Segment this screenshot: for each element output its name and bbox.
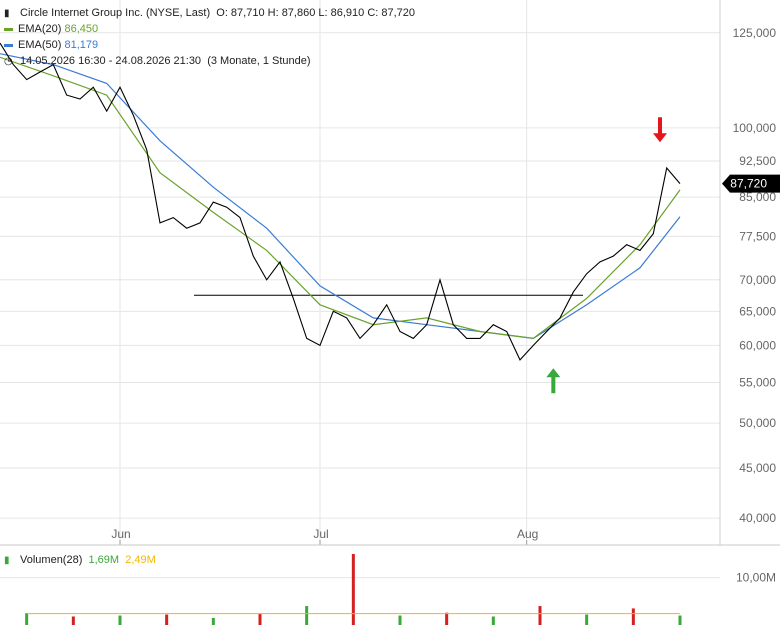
x-tick-label: Jul	[313, 527, 328, 541]
last-price-badge: 87,720	[722, 174, 780, 193]
grid	[0, 0, 720, 579]
candlestick-icon: ▮	[4, 8, 10, 19]
ema20-value: 86,450	[64, 23, 99, 35]
volume-bar	[25, 613, 29, 625]
y-tick-label: 55,000	[739, 375, 776, 389]
y-tick-label: 60,000	[739, 338, 776, 352]
sell-arrow	[653, 117, 667, 143]
volume-bar	[491, 616, 495, 625]
volume-value-1: 1,69M	[88, 554, 120, 566]
y-tick-label: 77,500	[739, 229, 776, 243]
volume-tick-label: 10,00M	[736, 571, 776, 585]
ema50-label: EMA(50)	[18, 39, 62, 51]
volume-bar	[71, 616, 75, 625]
y-tick-label: 70,000	[739, 273, 776, 287]
range-note: (3 Monate, 1 Stunde)	[207, 55, 311, 67]
chart-canvas: 125,000100,00092,50085,00077,50070,00065…	[0, 0, 780, 625]
volume-value-2: 2,49M	[125, 554, 156, 566]
y-tick-label: 65,000	[739, 304, 776, 318]
y-tick-label: 92,500	[739, 154, 776, 168]
ema50-value: 81,179	[64, 39, 99, 51]
ema20-swatch	[4, 27, 13, 31]
volume-bar	[445, 612, 449, 625]
volume-bar	[631, 608, 635, 625]
volume-bar	[211, 617, 215, 625]
y-tick-label: 40,000	[739, 511, 776, 525]
y-tick-label: 50,000	[739, 416, 776, 430]
last-price-label: 87,720	[730, 177, 767, 191]
volume-bar	[118, 615, 122, 625]
y-tick-label: 125,000	[733, 26, 777, 40]
volume-bar	[585, 614, 589, 625]
ema20-legend: EMA(20) 86,450	[4, 22, 98, 36]
ema50-swatch	[4, 43, 13, 47]
x-tick-label: Aug	[517, 527, 538, 541]
volume-bar	[678, 615, 682, 625]
x-tick-label: Jun	[111, 527, 130, 541]
chart-stage: 125,000 100,000 92,500 85,000 77,500 70,000 65…	[0, 0, 780, 625]
ema20-line	[0, 56, 681, 340]
y-tick-label: 45,000	[739, 461, 776, 475]
volume-bar	[165, 614, 169, 625]
volume-title: Volumen(28)	[20, 554, 83, 566]
range-label: 14.05.2026 16:30 - 24.08.2026 21:30	[20, 55, 202, 67]
chart-header: ▮ Circle Internet Group Inc. (NYSE, Last)…	[4, 6, 415, 21]
volume-bar	[305, 606, 309, 625]
ema50-legend: EMA(50) 81,179	[4, 38, 98, 52]
volume-legend: ▮ Volumen(28) 1,69M 2,49M	[4, 553, 156, 568]
volume-bars-icon: ▮	[4, 555, 10, 566]
volume-bar	[538, 606, 542, 625]
ema20-label: EMA(20)	[18, 23, 62, 35]
ohlc-values: O: 87,710 H: 87,860 L: 86,910 C: 87,720	[216, 7, 416, 19]
volume-bar	[398, 615, 402, 625]
range-legend: ◷ 14.05.2026 16:30 - 24.08.2026 21:30 (3 …	[4, 54, 311, 69]
volume-bar	[258, 613, 262, 625]
clock-icon: ◷	[4, 56, 13, 67]
signal-arrows	[546, 117, 667, 394]
buy-arrow	[546, 368, 561, 394]
y-tick-label: 100,000	[733, 121, 777, 135]
axis-ticks: 125,000100,00092,50085,00077,50070,00065…	[111, 26, 776, 585]
chart-title: Circle Internet Group Inc. (NYSE, Last)	[20, 7, 211, 19]
volume-bar	[351, 554, 355, 625]
